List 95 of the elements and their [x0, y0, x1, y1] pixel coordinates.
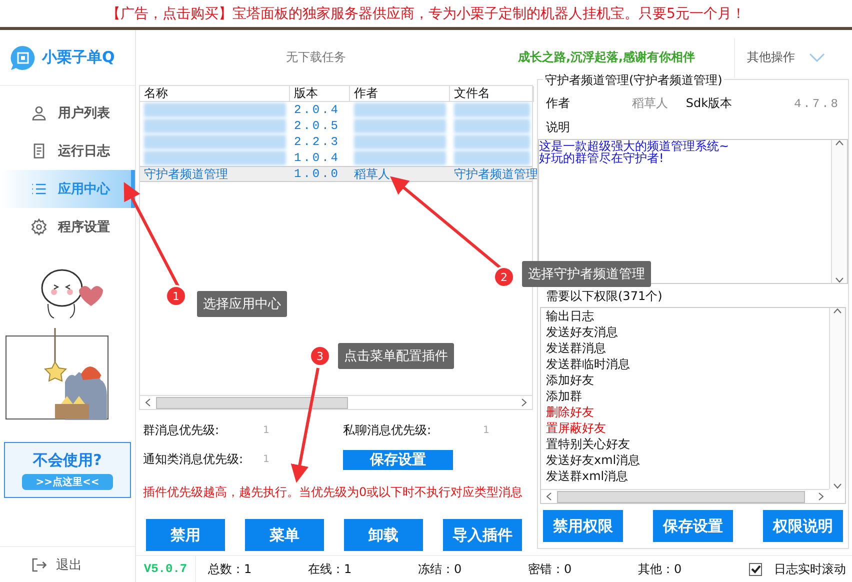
logo-icon [10, 44, 36, 70]
checkbox[interactable] [749, 562, 762, 576]
stat-text: 总数：1 [207, 560, 253, 578]
permission-item[interactable]: 发送好友xml消息 [546, 452, 829, 468]
chevron-right-icon [818, 492, 824, 501]
chevron-right-icon [521, 398, 527, 407]
priority-label: 群消息优先级: [143, 422, 220, 439]
horizontal-scrollbar[interactable] [541, 489, 829, 503]
priority-note: 插件优先级越高，越先执行。当优先级为0或以下时不执行对应类型消息 [142, 484, 524, 501]
table-cell-text: 1.0.0 [293, 167, 342, 182]
save-settings-button[interactable]: 保存设置 [343, 450, 453, 470]
table-cell-text: 2.0.4 [293, 102, 342, 118]
priority-field[interactable]: 1 [263, 425, 270, 436]
permission-action-button[interactable]: 权限说明 [763, 510, 843, 542]
nav-item[interactable]: 运行日志 [0, 132, 135, 170]
permission-item[interactable]: 置屏蔽好友 [546, 420, 829, 436]
chevron-down-icon [835, 276, 844, 283]
help-link[interactable]: >>点这里<< [22, 474, 114, 490]
checkmark-icon [750, 564, 760, 574]
table-cell-text: 2.0.5 [293, 118, 342, 134]
app-name: 小栗子单Q [42, 48, 115, 67]
motto-text: 成长之路,沉浮起落,感谢有你相伴 [518, 49, 696, 66]
permission-item[interactable]: 添加群 [546, 388, 829, 404]
permission-item[interactable]: 置特别关心好友 [546, 436, 829, 452]
plugin-row[interactable]: 2.0.4 [140, 102, 532, 118]
sdk-label: Sdk版本 [686, 95, 732, 112]
step-number: 2 [493, 266, 515, 288]
chevron-left-icon [145, 398, 151, 407]
permission-item[interactable]: 发送好友消息 [546, 324, 829, 340]
priority-label: 私聊消息优先级: [343, 422, 432, 439]
chevron-left-icon [546, 492, 552, 501]
permission-item[interactable]: 发送群xml消息 [546, 468, 829, 484]
sdk-version: 4.7.8 [794, 96, 840, 111]
step-number: 1 [165, 285, 187, 307]
table-cell-text: 守护者频道管理 [143, 167, 229, 182]
help-title: 不会使用? [33, 450, 102, 470]
nav-item[interactable]: 用户列表 [0, 94, 135, 132]
chevron-down-icon [809, 52, 825, 62]
column-header[interactable]: 文件名 [450, 86, 534, 102]
description-line: 好玩的群管尽在守护者! [539, 152, 665, 164]
user-icon [30, 104, 48, 122]
stat-text: 其他：0 [637, 560, 683, 578]
stat-text: 在线：1 [307, 560, 353, 578]
plugin-row[interactable]: 2.2.3 [140, 134, 532, 150]
callout-label: 点击菜单配置插件 [338, 343, 454, 369]
callout-label: 选择应用中心 [197, 291, 287, 317]
chevron-up-icon [833, 308, 842, 314]
download-status: 无下载任务 [285, 49, 347, 66]
permission-item[interactable]: 删除好友 [546, 404, 829, 420]
step-number: 3 [309, 345, 331, 367]
logout-button[interactable]: 退出 [0, 546, 135, 582]
permission-item[interactable]: 发送群消息 [546, 340, 829, 356]
horizontal-scrollbar[interactable] [140, 395, 532, 409]
description-label: 说明 [546, 119, 570, 136]
priority-label: 通知类消息优先级: [143, 451, 244, 468]
permission-item[interactable]: 发送群临时消息 [546, 356, 829, 372]
column-header[interactable]: 版本 [290, 86, 350, 102]
column-header[interactable]: 作者 [350, 86, 450, 102]
author-label: 作者 [546, 95, 570, 112]
stat-text: 冻结：0 [417, 560, 463, 578]
checkbox-label: 日志实时滚动 [774, 560, 846, 578]
vertical-scrollbar[interactable] [831, 140, 847, 283]
stat-text: 密错：0 [527, 560, 573, 578]
permissions-title: 需要以下权限(371个) [545, 288, 664, 305]
plugin-row[interactable]: 1.0.4 [140, 150, 532, 166]
priority-field[interactable]: 1 [263, 454, 270, 465]
table-cell-text: 稻草人 [353, 167, 391, 182]
logout-icon [30, 556, 48, 574]
permission-action-button[interactable]: 禁用权限 [543, 510, 623, 542]
chevron-down-icon [833, 483, 842, 489]
author-value: 稻草人 [632, 95, 668, 112]
priority-field[interactable]: 1 [483, 425, 490, 436]
table-cell-text: 2.2.3 [293, 134, 342, 150]
permission-item[interactable]: 添加好友 [546, 372, 829, 388]
panel-title: 守护者频道管理(守护者频道管理) [543, 72, 724, 89]
table-cell-text: 1.0.4 [293, 150, 342, 166]
plugin-action-button[interactable]: 菜单 [245, 519, 324, 551]
plugin-action-button[interactable]: 禁用 [146, 519, 225, 551]
permission-item[interactable]: 输出日志 [546, 308, 829, 324]
plugin-action-button[interactable]: 卸载 [344, 519, 423, 551]
ad-banner[interactable]: 【广告，点击购买】宝塔面板的独家服务器供应商，专为小栗子定制的机器人挂机宝。只要5元一个月！ [0, 0, 852, 30]
description-line: 这是一款超级强大的频道管理系统~ [539, 140, 730, 152]
help-card[interactable]: 不会使用? >>点这里<< [4, 442, 131, 498]
column-header[interactable]: 名称 [140, 86, 290, 102]
ad-text: 【广告，点击购买】宝塔面板的独家服务器供应商，专为小栗子定制的机器人挂机宝。只要5元一个月！ [106, 4, 746, 22]
version-label: V5.0.7 [136, 556, 196, 582]
vertical-scrollbar[interactable] [829, 308, 845, 489]
gear-icon [30, 218, 48, 236]
other-actions-menu[interactable]: 其他操作 [734, 38, 852, 78]
permission-action-button[interactable]: 保存设置 [653, 510, 733, 542]
callout-label: 选择守护者频道管理 [522, 261, 651, 287]
chevron-up-icon [835, 140, 844, 146]
plugin-action-button[interactable]: 导入插件 [443, 519, 522, 551]
nav-item[interactable]: 程序设置 [0, 208, 135, 246]
plugin-row[interactable]: 2.0.5 [140, 118, 532, 134]
